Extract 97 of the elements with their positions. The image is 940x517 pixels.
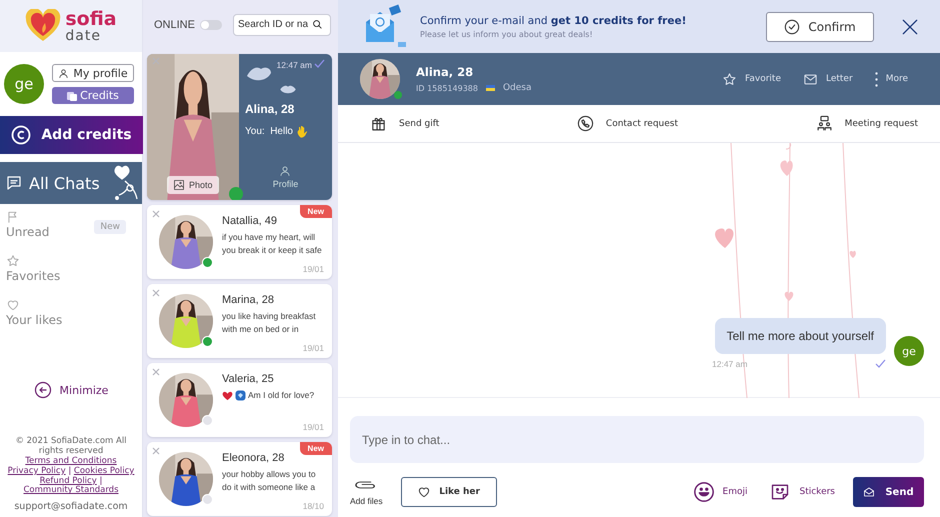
request-button[interactable]: Send gift [370, 115, 440, 132]
minimize-button[interactable]: Minimize [0, 380, 142, 400]
chat-date: 19/01 [302, 343, 324, 353]
header-action[interactable]: More [874, 72, 908, 86]
search-icon[interactable] [312, 19, 323, 30]
close-icon[interactable] [900, 16, 920, 36]
chat-date: 18/10 [302, 501, 324, 511]
chat-preview: you like having breakfast with me on bed or in [222, 310, 317, 336]
kiss-icon [279, 84, 297, 96]
new-badge: New [94, 220, 126, 234]
chat-preview: if you have my heart, will you break it or keep it safe [222, 231, 323, 258]
message-time: 12:47 am [276, 60, 312, 70]
confirm-button[interactable]: Confirm [766, 12, 874, 42]
heart-icon [222, 390, 233, 401]
menu-item[interactable]: Favorites [6, 269, 60, 283]
footer-link[interactable]: Privacy Policy [8, 466, 66, 476]
user-avatar: ge [894, 336, 924, 366]
support-email: support@sofiadate.com [13, 502, 129, 513]
chat-name: Eleonora, 28 [222, 452, 286, 464]
chat-input[interactable]: Type in to chat... [350, 416, 924, 463]
chat-icon [5, 174, 23, 192]
header-action[interactable]: Favorite [722, 72, 781, 86]
photo-button[interactable]: Photo [167, 176, 219, 194]
search-input[interactable]: Search ID or na [238, 19, 312, 30]
logo-icon[interactable] [25, 9, 62, 43]
banner-title: Confirm your e-mail and get 10 credits for free! [420, 14, 688, 26]
gift-icon [370, 115, 387, 132]
more-icon [874, 72, 878, 86]
gem-icon [235, 390, 246, 402]
chat-date: 19/01 [302, 422, 324, 432]
copyright-text: © 2021 SofiaDate.com All rights reserved [14, 437, 128, 456]
new-badge: New [300, 205, 332, 218]
chat-name: Valeria, 25 [222, 373, 275, 385]
heart-icon [417, 485, 432, 499]
chat-name: Marina, 28 [222, 294, 275, 306]
footer-link[interactable]: Terms and Conditions [25, 456, 117, 466]
chat-preview: Am I old for love? [248, 389, 314, 402]
contact-city: Odesa [502, 83, 532, 93]
menu-item[interactable]: Your likes [6, 313, 62, 327]
image-icon [173, 179, 185, 191]
chat-card[interactable]: Marina, 28 you like having breakfast with me on bed or in 19/01 [147, 284, 332, 358]
request-button[interactable]: Contact request [576, 115, 678, 132]
chat-name: Natallia, 49 [222, 215, 278, 227]
credits-button[interactable]: Credits [52, 87, 134, 104]
send-button[interactable]: Send [853, 477, 924, 507]
like-button[interactable]: Like her [400, 477, 497, 507]
user-avatar[interactable]: ge [4, 64, 44, 104]
online-label: ONLINE [154, 18, 195, 30]
star-icon [722, 72, 738, 86]
my-profile-button[interactable]: My profile [52, 64, 134, 82]
message-time: 12:47 am [712, 359, 748, 369]
meeting-icon [816, 115, 833, 132]
hearts-decoration [113, 165, 139, 201]
coins-icon [67, 90, 78, 100]
chat-card[interactable]: Eleonora, 28 your hobby allows you to do it with someone like a 18/10 New [147, 442, 332, 516]
chat-date: 19/01 [302, 264, 324, 274]
emoji-button[interactable]: Emoji [692, 481, 748, 503]
heart-icon [6, 298, 20, 312]
footer-link[interactable]: Refund Policy [40, 476, 97, 486]
banner-subtitle: Please let us inform you about great deals! [420, 30, 594, 38]
stickers-button[interactable]: Stickers [769, 482, 835, 502]
phone-icon [576, 115, 594, 132]
star-icon [6, 254, 20, 268]
new-badge: New [300, 442, 332, 455]
chat-card[interactable]: Natallia, 49 if you have my heart, will you break it or keep it safe 19/01 New [147, 205, 332, 279]
chat-card[interactable]: Valeria, 25 Am I old for love? 19/01 [147, 363, 332, 437]
header-action[interactable]: Letter [802, 72, 853, 86]
mail-icon [863, 486, 876, 498]
user-icon [279, 165, 292, 177]
chat-card[interactable]: Photo 12:47 am Alina, 28 You: Hello Profile [147, 54, 332, 200]
menu-item[interactable]: Unread [6, 225, 50, 239]
link-separator: | [68, 466, 72, 476]
contact-name: Alina, 28 [416, 65, 474, 79]
mail-icon [802, 72, 818, 86]
coin-icon [11, 125, 32, 145]
request-button[interactable]: Meeting request [816, 115, 918, 132]
online-toggle[interactable] [200, 20, 222, 30]
logo-name: sofia [65, 10, 117, 28]
footer-link[interactable]: Cookies Policy [74, 466, 134, 476]
chats-header-title: All Chats [29, 174, 100, 192]
chat-name: Alina, 28 [245, 102, 296, 116]
chat-preview: your hobby allows you to do it with someone like a [222, 468, 317, 494]
link-separator: | [99, 476, 102, 486]
smiley-icon [692, 481, 715, 503]
footer-link[interactable]: Community Standards [24, 485, 118, 496]
search-field[interactable]: Search ID or na [232, 14, 331, 36]
flag-icon [486, 85, 495, 91]
logo-tagline: date [65, 28, 102, 42]
user-icon [58, 68, 70, 78]
contact-id: ID 1585149388 [416, 84, 478, 92]
profile-button[interactable]: Profile [266, 164, 304, 190]
add-files-button[interactable]: Add files [350, 478, 383, 506]
check-circle-icon [784, 18, 800, 34]
chat-preview: You: Hello [245, 126, 293, 137]
waving-hand-icon [297, 125, 309, 138]
message-bubble: Tell me more about yourself [714, 318, 886, 354]
add-credits-button[interactable]: Add credits [0, 116, 143, 154]
